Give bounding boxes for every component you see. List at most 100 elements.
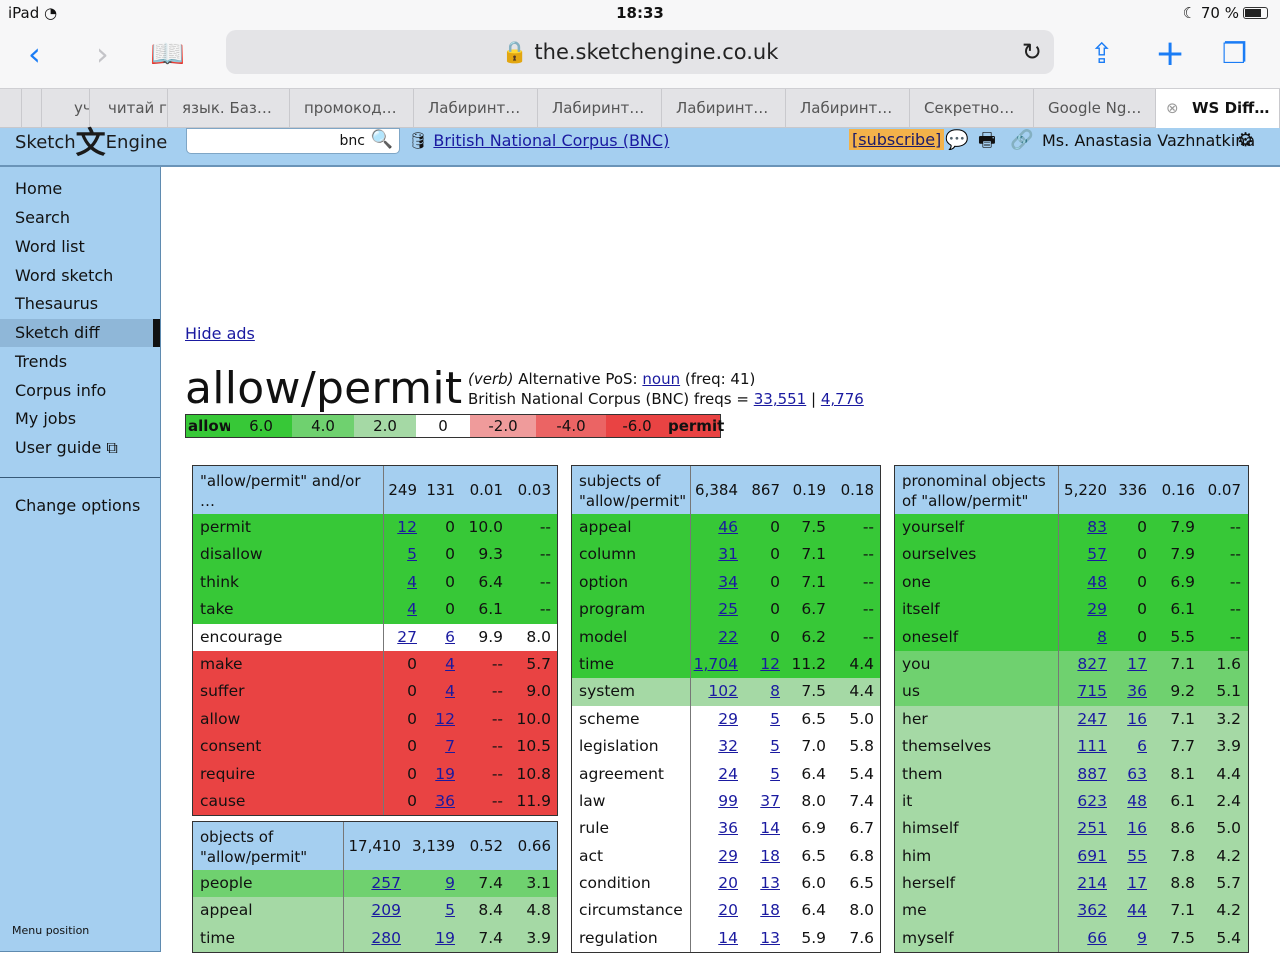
frequency-link[interactable]: 257 <box>343 870 401 897</box>
frequency-link[interactable]: 12 <box>421 706 455 733</box>
collocate-word[interactable]: consent <box>200 733 261 760</box>
collocate-word[interactable]: think <box>200 569 239 596</box>
frequency-link[interactable]: 209 <box>343 897 401 924</box>
collocate-word[interactable]: take <box>200 596 234 623</box>
panel-title[interactable]: "allow/permit" and/or … <box>200 471 380 511</box>
tab-9[interactable]: Секретно… <box>910 89 1034 128</box>
collocate-word[interactable]: it <box>902 788 912 815</box>
collocate-word[interactable]: people <box>200 870 253 897</box>
frequency-link[interactable]: 13 <box>742 925 780 952</box>
frequency-link[interactable]: 48 <box>1058 569 1107 596</box>
tab-6[interactable]: Лабиринт… <box>538 89 662 128</box>
frequency-link[interactable]: 8 <box>742 678 780 705</box>
new-tab-icon[interactable]: + <box>1155 34 1185 74</box>
collocate-word[interactable]: itself <box>902 596 940 623</box>
frequency-link[interactable]: 20 <box>690 870 738 897</box>
collocate-word[interactable]: law <box>579 788 605 815</box>
frequency-link[interactable]: 17 <box>1111 870 1147 897</box>
collocate-word[interactable]: me <box>902 897 927 924</box>
freq-link-2[interactable]: 4,776 <box>821 390 864 408</box>
collocate-word[interactable]: ourselves <box>902 541 976 568</box>
address-bar[interactable]: 🔒 the.sketchengine.co.uk ↻ <box>226 30 1054 74</box>
collocate-word[interactable]: act <box>579 843 603 870</box>
frequency-link[interactable]: 32 <box>690 733 738 760</box>
collocate-word[interactable]: system <box>579 678 635 705</box>
frequency-link[interactable]: 19 <box>421 761 455 788</box>
frequency-link[interactable]: 83 <box>1058 514 1107 541</box>
collocate-word[interactable]: him <box>902 843 931 870</box>
collocate-word[interactable]: us <box>902 678 920 705</box>
forward-icon[interactable]: › <box>96 34 109 74</box>
sidebar-item-user-guide[interactable]: User guide ⧉ <box>0 434 160 462</box>
tab-7[interactable]: Лабиринт… <box>662 89 786 128</box>
frequency-link[interactable]: 280 <box>343 925 401 952</box>
frequency-link[interactable]: 66 <box>1058 925 1107 952</box>
frequency-link[interactable]: 247 <box>1058 706 1107 733</box>
frequency-link[interactable]: 36 <box>1111 678 1147 705</box>
collocate-word[interactable]: program <box>579 596 645 623</box>
frequency-link[interactable]: 18 <box>742 897 780 924</box>
corpus-link[interactable]: British National Corpus (BNC) <box>433 131 669 150</box>
frequency-link[interactable]: 6 <box>421 624 455 651</box>
bookmarks-icon[interactable]: 📖 <box>150 34 185 74</box>
hide-ads-link[interactable]: Hide ads <box>185 324 255 343</box>
collocate-word[interactable]: himself <box>902 815 959 842</box>
tab-active[interactable]: ⊗ WS Diff… <box>1156 89 1280 128</box>
collocate-word[interactable]: option <box>579 569 628 596</box>
sidebar-item-my-jobs[interactable]: My jobs <box>0 405 160 433</box>
collocate-word[interactable]: encourage <box>200 624 282 651</box>
collocate-word[interactable]: time <box>579 651 614 678</box>
frequency-link[interactable]: 27 <box>383 624 417 651</box>
share-icon[interactable]: ⇪ <box>1090 34 1113 74</box>
frequency-link[interactable]: 5 <box>742 706 780 733</box>
change-options-link[interactable]: Change options <box>0 492 160 520</box>
sidebar-item-word-sketch[interactable]: Word sketch <box>0 262 160 290</box>
collocate-word[interactable]: them <box>902 761 943 788</box>
collocate-word[interactable]: myself <box>902 925 954 952</box>
frequency-link[interactable]: 8 <box>1058 624 1107 651</box>
frequency-link[interactable]: 22 <box>690 624 738 651</box>
collocate-word[interactable]: themselves <box>902 733 991 760</box>
frequency-link[interactable]: 1,704 <box>690 651 738 678</box>
frequency-link[interactable]: 31 <box>690 541 738 568</box>
collocate-word[interactable]: model <box>579 624 627 651</box>
tab-8[interactable]: Лабиринт… <box>786 89 910 128</box>
collocate-word[interactable]: time <box>200 925 235 952</box>
tab-1[interactable]: уч <box>42 89 90 128</box>
collocate-word[interactable]: yourself <box>902 514 964 541</box>
collocate-word[interactable]: permit <box>200 514 251 541</box>
tab-stub-2[interactable] <box>22 89 42 128</box>
frequency-link[interactable]: 9 <box>1111 925 1147 952</box>
frequency-link[interactable]: 29 <box>690 706 738 733</box>
frequency-link[interactable]: 4 <box>383 596 417 623</box>
collocate-word[interactable]: scheme <box>579 706 640 733</box>
sidebar-item-thesaurus[interactable]: Thesaurus <box>0 290 160 318</box>
frequency-link[interactable]: 4 <box>421 678 455 705</box>
collocate-word[interactable]: regulation <box>579 925 658 952</box>
collocate-word[interactable]: oneself <box>902 624 958 651</box>
frequency-link[interactable]: 12 <box>742 651 780 678</box>
frequency-link[interactable]: 251 <box>1058 815 1107 842</box>
frequency-link[interactable]: 57 <box>1058 541 1107 568</box>
frequency-link[interactable]: 14 <box>690 925 738 952</box>
user-name[interactable]: Ms. Anastasia Vazhnatkina <box>1042 130 1255 152</box>
sidebar-item-trends[interactable]: Trends <box>0 348 160 376</box>
corpus-selector[interactable]: 🛢 British National Corpus (BNC) <box>408 130 669 152</box>
frequency-link[interactable]: 46 <box>690 514 738 541</box>
frequency-link[interactable]: 36 <box>421 788 455 815</box>
frequency-link[interactable]: 13 <box>742 870 780 897</box>
frequency-link[interactable]: 9 <box>405 870 455 897</box>
print-icon[interactable]: 🖶 <box>978 128 996 152</box>
frequency-link[interactable]: 37 <box>742 788 780 815</box>
tab-10[interactable]: Google Ng… <box>1034 89 1156 128</box>
tab-4[interactable]: промокод… <box>290 89 414 128</box>
frequency-link[interactable]: 6 <box>1111 733 1147 760</box>
collocate-word[interactable]: appeal <box>579 514 632 541</box>
frequency-link[interactable]: 17 <box>1111 651 1147 678</box>
frequency-link[interactable]: 827 <box>1058 651 1107 678</box>
collocate-word[interactable]: column <box>579 541 636 568</box>
frequency-link[interactable]: 48 <box>1111 788 1147 815</box>
collocate-word[interactable]: appeal <box>200 897 253 924</box>
frequency-link[interactable]: 29 <box>690 843 738 870</box>
frequency-link[interactable]: 4 <box>383 569 417 596</box>
